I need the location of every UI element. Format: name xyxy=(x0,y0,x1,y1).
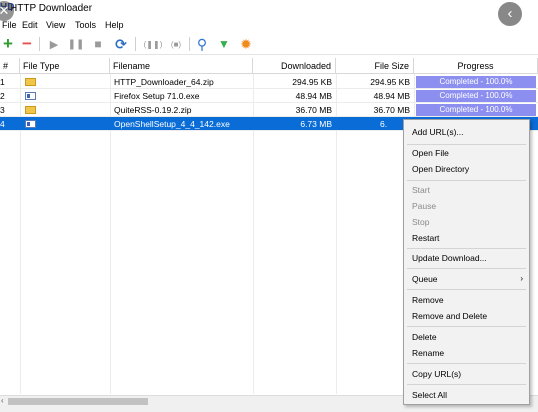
menu-item-select-all[interactable]: Select All xyxy=(412,388,527,402)
menu-item-open-directory[interactable]: Open Directory xyxy=(412,162,527,176)
row-file-size: 48.94 MB xyxy=(373,91,410,101)
menu-item-start: Start xyxy=(412,185,430,195)
column-header-file-size[interactable]: File Size xyxy=(336,58,414,74)
exe-file-icon xyxy=(25,92,36,100)
row-number: 1 xyxy=(0,77,5,87)
chevron-right-icon: › xyxy=(520,274,523,283)
progress-bar: Completed - 100.0% xyxy=(416,90,536,102)
row-file-size: 36.70 MB xyxy=(373,105,410,115)
menu-item-rename[interactable]: Rename xyxy=(412,346,527,360)
row-filename: QuiteRSS-0.19.2.zip xyxy=(114,105,192,115)
column-header-num[interactable]: # xyxy=(0,58,20,74)
menu-separator xyxy=(407,180,526,181)
menu-item-restart[interactable]: Restart xyxy=(412,231,527,245)
menu-separator xyxy=(407,248,526,249)
row-downloaded: 294.95 KB xyxy=(292,77,332,87)
toolbar-separator xyxy=(189,37,190,51)
column-header-filename[interactable]: Filename xyxy=(110,58,253,74)
search-icon[interactable]: ⚲ xyxy=(194,36,210,52)
table-row[interactable]: 2 Firefox Setup 71.0.exe 48.94 MB 48.94 … xyxy=(0,89,538,103)
menu-item-copy-urls[interactable]: Copy URL(s) xyxy=(412,367,527,381)
menu-item-remove-and-delete[interactable]: Remove and Delete xyxy=(412,309,527,323)
zip-folder-icon xyxy=(25,78,36,86)
stop-icon[interactable]: ■ xyxy=(90,36,106,52)
title-bar: HD HTTP Downloader ✕ ‹ xyxy=(0,0,538,26)
menu-separator xyxy=(407,326,526,327)
toolbar-separator xyxy=(39,37,40,51)
settings-icon[interactable]: ✹ xyxy=(238,36,254,52)
window-title: HTTP Downloader xyxy=(10,3,93,14)
row-filename: Firefox Setup 71.0.exe xyxy=(114,91,200,101)
row-number: 3 xyxy=(0,105,5,115)
menu-item-pause: Pause xyxy=(412,201,437,211)
pause-active-icon[interactable]: (❚❚) xyxy=(142,36,164,52)
menu-item-queue-label: Queue xyxy=(412,274,438,284)
row-filename: HTTP_Downloader_64.zip xyxy=(114,77,214,87)
progress-bar: Completed - 100.0% xyxy=(416,76,536,88)
menu-edit[interactable]: Edit xyxy=(22,20,38,30)
menu-separator xyxy=(407,384,526,385)
scroll-left-arrow-icon[interactable]: ‹ xyxy=(1,396,4,406)
remove-icon[interactable]: − xyxy=(19,34,35,53)
progress-bar: Completed - 100.0% xyxy=(416,104,536,116)
menu-item-update-download[interactable]: Update Download... xyxy=(412,251,527,265)
row-number: 2 xyxy=(0,91,5,101)
menu-separator xyxy=(407,144,526,145)
stop-all-icon[interactable]: (■) xyxy=(166,36,186,52)
menu-item-add-urls[interactable]: Add URL(s)... xyxy=(412,125,527,139)
table-row[interactable]: 3 QuiteRSS-0.19.2.zip 36.70 MB 36.70 MB … xyxy=(0,103,538,117)
menu-tools[interactable]: Tools xyxy=(75,20,96,30)
toolbar-separator xyxy=(135,37,136,51)
row-filename: OpenShellSetup_4_4_142.exe xyxy=(114,119,230,129)
menu-separator xyxy=(407,268,526,269)
restart-icon[interactable]: ⟳ xyxy=(113,36,129,52)
menu-view[interactable]: View xyxy=(46,20,65,30)
row-number: 4 xyxy=(0,119,5,129)
exe-file-icon xyxy=(25,120,36,128)
scrollbar-thumb[interactable] xyxy=(8,398,148,405)
menu-bar: File Edit View Tools Help xyxy=(0,18,538,32)
status-bar xyxy=(0,406,538,412)
table-row[interactable]: 1 HTTP_Downloader_64.zip 294.95 KB 294.9… xyxy=(0,75,538,89)
menu-help[interactable]: Help xyxy=(105,20,124,30)
column-header-downloaded[interactable]: Downloaded xyxy=(253,58,336,74)
column-header-file-type[interactable]: File Type xyxy=(20,58,110,74)
toolbar: + − ▶ ❚❚ ■ ⟳ (❚❚) (■) ⚲ ▼ ✹ xyxy=(0,33,538,55)
start-icon[interactable]: ▶ xyxy=(46,36,62,52)
menu-item-open-file[interactable]: Open File xyxy=(412,146,527,160)
row-downloaded: 36.70 MB xyxy=(295,105,332,115)
menu-item-remove[interactable]: Remove xyxy=(412,293,527,307)
menu-item-queue[interactable]: Queue › xyxy=(412,272,527,286)
row-downloaded: 6.73 MB xyxy=(300,119,332,129)
filter-icon[interactable]: ▼ xyxy=(216,36,232,52)
row-file-size: 294.95 KB xyxy=(370,77,410,87)
menu-separator xyxy=(407,363,526,364)
row-file-size: 6. xyxy=(380,119,388,129)
menu-separator xyxy=(407,289,526,290)
context-menu: Add URL(s)... Open File Open Directory S… xyxy=(403,119,530,405)
pause-icon[interactable]: ❚❚ xyxy=(68,36,85,52)
menu-file[interactable]: File xyxy=(2,20,17,30)
menu-item-stop: Stop xyxy=(412,217,430,227)
add-icon[interactable]: + xyxy=(0,34,16,53)
menu-item-delete[interactable]: Delete xyxy=(412,330,527,344)
zip-folder-icon xyxy=(25,106,36,114)
column-header-progress[interactable]: Progress xyxy=(414,58,538,74)
row-downloaded: 48.94 MB xyxy=(295,91,332,101)
